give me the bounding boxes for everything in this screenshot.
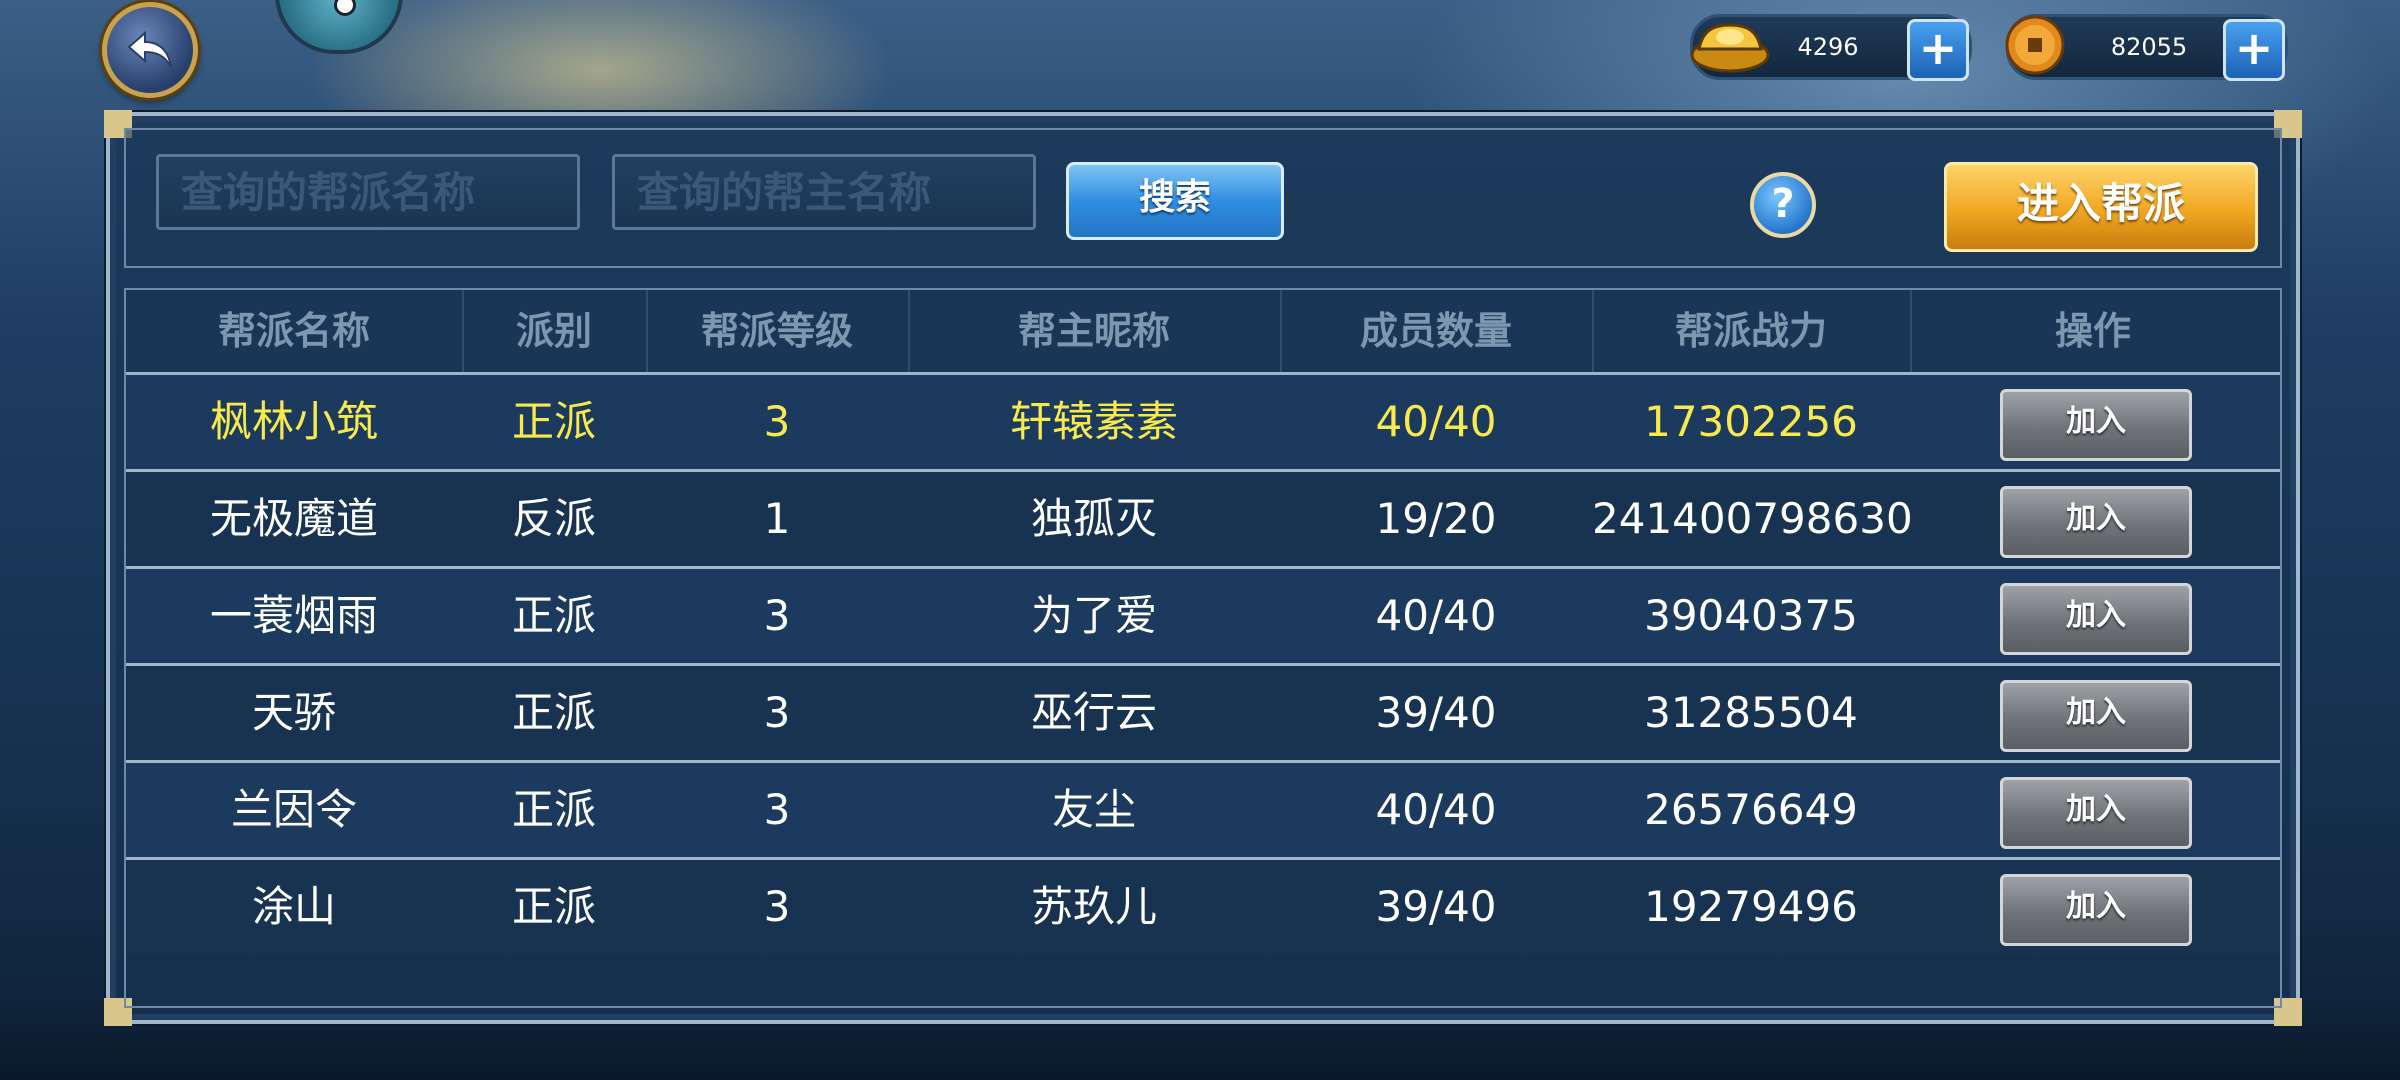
table-row[interactable]: 无极魔道 反派 1 独孤灭 19/20 241400798630 加入 [126,469,2280,566]
header-member-count: 成员数量 [1280,290,1594,372]
table-row[interactable]: 枫林小筑 正派 3 轩辕素素 40/40 17302256 加入 [126,372,2280,469]
cell-faction: 反派 [511,494,596,543]
currency-coin: 82055 + [2003,13,2288,81]
table-row[interactable]: 涂山 正派 3 苏玖儿 39/40 19279496 加入 [126,857,2280,954]
cell-guild-name: 涂山 [251,882,336,931]
cell-guild-level: 1 [763,494,791,543]
guild-list-panel: 搜索 ? 进入帮派 帮派名称 派别 帮派等级 帮主昵称 成员数量 帮派战力 操作… [104,110,2302,1026]
cell-guild-name: 一蓑烟雨 [209,591,378,640]
table-row[interactable]: 兰因令 正派 3 友尘 40/40 26576649 加入 [126,760,2280,857]
table-header: 帮派名称 派别 帮派等级 帮主昵称 成员数量 帮派战力 操作 [126,290,2280,372]
cell-guild-power: 39040375 [1644,591,1858,640]
cell-guild-power: 19279496 [1644,882,1858,931]
search-button[interactable]: 搜索 [1066,162,1284,240]
cell-leader-name: 为了爱 [1030,591,1157,640]
join-guild-button[interactable]: 加入 [2000,680,2192,752]
table-row[interactable]: 一蓑烟雨 正派 3 为了爱 40/40 39040375 加入 [126,566,2280,663]
cell-member-count: 39/40 [1375,882,1497,931]
header-guild-name: 帮派名称 [126,290,464,372]
header-guild-power: 帮派战力 [1592,290,1912,372]
cell-guild-name: 无极魔道 [209,494,378,543]
mascot-eye [334,0,356,16]
cell-leader-name: 友尘 [1051,785,1136,834]
cell-guild-level: 3 [763,882,791,931]
cell-faction: 正派 [511,882,596,931]
cell-faction: 正派 [511,591,596,640]
copper-coin-icon [2003,13,2067,81]
cell-guild-power: 26576649 [1644,785,1858,834]
header-action: 操作 [2054,309,2131,353]
add-gold-button[interactable]: + [1907,19,1969,81]
cell-member-count: 40/40 [1375,591,1497,640]
cell-leader-name: 独孤灭 [1030,494,1157,543]
gold-ingot-icon [1689,11,1771,81]
back-button[interactable] [102,2,198,98]
cell-member-count: 39/40 [1375,688,1497,737]
cell-faction: 正派 [511,688,596,737]
header-faction: 派别 [462,290,648,372]
join-guild-button[interactable]: 加入 [2000,874,2192,946]
join-guild-button[interactable]: 加入 [2000,389,2192,461]
cell-leader-name: 轩辕素素 [1009,397,1178,446]
guild-table: 帮派名称 派别 帮派等级 帮主昵称 成员数量 帮派战力 操作 枫林小筑 正派 3 轩辕… [124,288,2282,1008]
join-guild-button[interactable]: 加入 [2000,777,2192,849]
cell-guild-name: 兰因令 [230,785,357,834]
cell-faction: 正派 [511,397,596,446]
table-row[interactable]: 天骄 正派 3 巫行云 39/40 31285504 加入 [126,663,2280,760]
cell-member-count: 19/20 [1375,494,1497,543]
cell-leader-name: 巫行云 [1030,688,1157,737]
help-icon[interactable]: ? [1750,172,1816,238]
back-arrow-icon [127,30,172,68]
cell-faction: 正派 [511,785,596,834]
cell-guild-power: 241400798630 [1592,494,1913,543]
cell-guild-power: 31285504 [1644,688,1858,737]
mascot-avatar[interactable] [275,0,403,54]
add-coin-button[interactable]: + [2223,19,2285,81]
cell-guild-name: 枫林小筑 [209,397,378,446]
cell-leader-name: 苏玖儿 [1030,882,1157,931]
header-guild-level: 帮派等级 [646,290,910,372]
cell-guild-level: 3 [763,591,791,640]
cell-member-count: 40/40 [1375,785,1497,834]
coin-value: 82055 [2110,33,2188,61]
cell-member-count: 40/40 [1375,397,1497,446]
join-guild-button[interactable]: 加入 [2000,583,2192,655]
header-leader-name: 帮主昵称 [908,290,1282,372]
search-bar: 搜索 ? 进入帮派 [124,128,2282,268]
cell-guild-level: 3 [763,688,791,737]
cell-guild-name: 天骄 [251,688,336,737]
currency-gold: 4296 + [1689,11,1972,81]
enter-guild-button[interactable]: 进入帮派 [1944,162,2258,252]
cell-guild-power: 17302256 [1644,397,1858,446]
leader-name-search-input[interactable] [612,154,1036,230]
gold-value: 4296 [1797,33,1859,61]
cell-guild-level: 3 [763,397,791,446]
cell-guild-level: 3 [763,785,791,834]
guild-name-search-input[interactable] [156,154,580,230]
join-guild-button[interactable]: 加入 [2000,486,2192,558]
